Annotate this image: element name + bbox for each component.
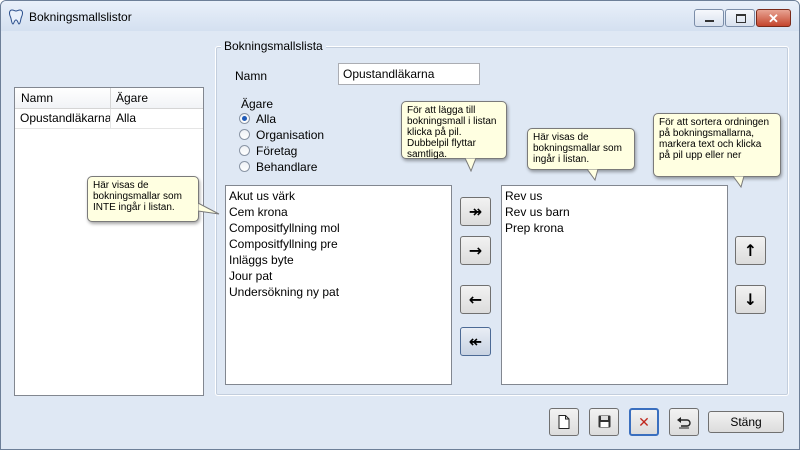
client-area: Namn Ägare Opustandläkarna Alla Boknings… bbox=[9, 31, 791, 441]
list-item[interactable]: Akut us värk bbox=[226, 188, 451, 204]
list-item[interactable]: Jour pat bbox=[226, 268, 451, 284]
list-item[interactable]: Compositfyllning pre bbox=[226, 236, 451, 252]
close-window-button[interactable]: ✕ bbox=[756, 9, 791, 27]
radio-label: Organisation bbox=[256, 128, 325, 142]
arrow-left-icon: ← bbox=[468, 290, 483, 309]
list-item[interactable]: Rev us barn bbox=[502, 204, 727, 220]
cell-owner: Alla bbox=[116, 111, 137, 125]
window-title: Bokningsmallslistor bbox=[29, 10, 132, 24]
tooth-icon bbox=[9, 9, 23, 25]
add-button[interactable]: → bbox=[460, 236, 491, 265]
move-down-button[interactable]: ↓ bbox=[735, 285, 766, 314]
double-arrow-left-icon: ↞ bbox=[468, 332, 483, 351]
owner-title: Ägare bbox=[239, 97, 276, 111]
radio-icon bbox=[239, 129, 250, 140]
arrow-right-icon: → bbox=[468, 241, 483, 260]
save-button[interactable] bbox=[589, 408, 619, 436]
list-item[interactable]: Cem krona bbox=[226, 204, 451, 220]
tooltip-tail bbox=[733, 176, 745, 188]
title-bar: Bokningsmallslistor ✕ bbox=[1, 1, 799, 31]
group-title: Bokningsmallslista bbox=[221, 39, 326, 53]
arrow-down-icon: ↓ bbox=[743, 290, 758, 309]
minimize-button[interactable] bbox=[694, 9, 724, 27]
name-label: Namn bbox=[235, 69, 268, 83]
radio-label: Företag bbox=[256, 144, 298, 158]
radio-icon bbox=[239, 145, 250, 156]
undo-button[interactable] bbox=[669, 408, 699, 436]
list-item[interactable]: Inläggs byte bbox=[226, 252, 451, 268]
move-up-button[interactable]: ↑ bbox=[735, 236, 766, 265]
new-button[interactable] bbox=[549, 408, 579, 436]
remove-all-button[interactable]: ↞ bbox=[460, 327, 491, 356]
tooltip-tail bbox=[198, 203, 220, 215]
close-button[interactable]: Stäng bbox=[708, 411, 784, 433]
list-item[interactable]: Undersökning ny pat bbox=[226, 284, 451, 300]
radio-label: Behandlare bbox=[256, 160, 318, 174]
tooltip-tail bbox=[465, 158, 477, 172]
template-list-grid[interactable]: Namn Ägare Opustandläkarna Alla bbox=[14, 87, 204, 396]
close-icon: ✕ bbox=[768, 11, 779, 26]
window: Bokningsmallslistor ✕ Namn Ägare Opustan… bbox=[0, 0, 800, 450]
list-item[interactable]: Compositfyllning mol bbox=[226, 220, 451, 236]
add-all-button[interactable]: ↠ bbox=[460, 197, 491, 226]
radio-label: Alla bbox=[256, 112, 277, 126]
list-item[interactable]: Prep krona bbox=[502, 220, 727, 236]
table-row[interactable]: Opustandläkarna Alla bbox=[15, 109, 203, 129]
remove-button[interactable]: ← bbox=[460, 285, 491, 314]
list-item[interactable]: Rev us bbox=[502, 188, 727, 204]
undo-icon bbox=[676, 417, 692, 433]
new-document-icon bbox=[558, 415, 570, 433]
save-icon bbox=[598, 415, 611, 432]
tooltip-add-help: För att lägga till bokningsmall i listan… bbox=[401, 101, 507, 160]
available-templates-list[interactable]: Akut us värk Cem krona Compositfyllning … bbox=[225, 185, 452, 385]
delete-icon: ✕ bbox=[638, 415, 650, 431]
radio-selected-icon bbox=[239, 113, 250, 124]
maximize-button[interactable] bbox=[725, 9, 755, 27]
column-header-owner[interactable]: Ägare bbox=[111, 88, 202, 108]
double-arrow-right-icon: ↠ bbox=[468, 202, 483, 221]
tooltip-sort-help: För att sortera ordningen på bokningsmal… bbox=[653, 113, 781, 177]
delete-button[interactable]: ✕ bbox=[629, 408, 659, 436]
owner-group: Ägare Alla Organisation Företag Behandla… bbox=[231, 97, 406, 180]
column-header-name[interactable]: Namn bbox=[16, 88, 111, 108]
radio-icon bbox=[239, 161, 250, 172]
tooltip-tail bbox=[587, 169, 599, 181]
tooltip-not-included: Här visas de bokningsmallar som INTE ing… bbox=[87, 176, 199, 222]
cell-name: Opustandläkarna bbox=[16, 109, 111, 128]
name-input[interactable] bbox=[338, 63, 480, 85]
tooltip-included-help: Här visas de bokningsmallar som ingår i … bbox=[527, 128, 635, 170]
grid-header: Namn Ägare bbox=[15, 88, 203, 109]
arrow-up-icon: ↑ bbox=[743, 241, 758, 260]
included-templates-list[interactable]: Rev us Rev us barn Prep krona bbox=[501, 185, 728, 385]
